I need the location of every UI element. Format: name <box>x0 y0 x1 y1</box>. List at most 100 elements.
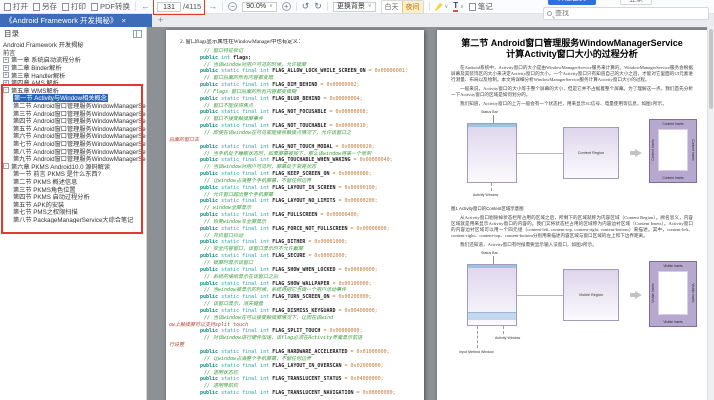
night-mode-button[interactable]: 夜间 <box>402 1 423 13</box>
outline-item[interactable]: 第五节 Android窗口管理服务WindowManagerSe <box>0 125 146 133</box>
outline-item-label: 第四章 AMS 解析 <box>11 79 59 87</box>
outline-item[interactable]: 第三节 Android窗口管理服务WindowManagerSe <box>0 109 146 117</box>
toolbar: 打开 另存 打印 PDF转换 ← 131 /4115 → − 90.0%∨ + … <box>0 0 714 14</box>
activity-window-box <box>467 264 517 326</box>
outline-item[interactable]: +第三章 Handler解析 <box>0 71 146 79</box>
code-heading: 2. 窗口flags显示属性在WindowManager中也有定义： <box>168 39 418 46</box>
day-mode-button[interactable]: 白天 <box>382 1 402 13</box>
chevron-down-icon: ∨ <box>368 2 372 11</box>
zoom-level-select[interactable]: 90.0%∨ <box>242 2 277 12</box>
zoom-in-button[interactable]: + <box>282 2 291 11</box>
document-tab[interactable]: 《Android Framework 开发揭秘》 × <box>0 14 152 27</box>
paragraph: 从Activity窗口剔除掉状态栏所占用的区域之后，所剩下的区域就称为内容区域（… <box>451 215 693 239</box>
code-line: // 当该window对用户可见时，屏幕处于常亮状态 <box>168 164 418 171</box>
save-as-button[interactable]: 另存 <box>33 1 57 12</box>
figure-visible-region: Status Bar Activity Window Input Method … <box>451 251 693 369</box>
code-line: // 锁屏时显示该窗口 <box>168 260 418 267</box>
collapse-panel-icon[interactable] <box>133 30 142 38</box>
code-line: public static final int FLAG_TOUCHABLE_W… <box>168 157 418 164</box>
outline-item-label: 第五节 APK的安装 <box>13 200 64 208</box>
outline-item[interactable]: 第二节 PKMS 概述信息 <box>0 178 146 186</box>
outline-item[interactable]: 第三节 PKMS角色位置 <box>0 185 146 193</box>
collapse-icon[interactable]: - <box>3 87 9 93</box>
underline-tool-button[interactable]: T∨ <box>453 2 464 12</box>
outline-item[interactable]: 第四节 PKMS 启动过程分析 <box>0 193 146 201</box>
visible-region-box: Visible Region <box>563 269 619 321</box>
prev-page-button[interactable]: ← <box>141 2 150 11</box>
outline-item[interactable]: 第一节 Activity与Window相关概念 <box>0 94 146 102</box>
outline-item[interactable]: 前言 <box>0 49 146 57</box>
expand-icon[interactable]: + <box>3 57 9 63</box>
code-line: public static final int FLAG_TURN_SCREEN… <box>168 294 418 301</box>
open-icon <box>4 3 11 11</box>
outline-item-label: 第五节 Android窗口管理服务WindowManagerSe <box>13 125 146 133</box>
search-input[interactable] <box>555 10 695 17</box>
outline-item[interactable]: Android Framework 开发揭秘 <box>0 41 146 49</box>
change-background-menu[interactable]: 更换背景∨ <box>333 2 376 12</box>
page-number-input[interactable]: 131 <box>157 2 181 12</box>
outline-item-label: 第二节 PKMS 概述信息 <box>13 178 77 186</box>
code-line: public static final int FLAG_NOT_FOCUSAB… <box>168 109 418 116</box>
outline-item[interactable]: 第四节 Android窗口管理服务WindowManagerSe <box>0 117 146 125</box>
input-method-window-label: Input Method Window <box>459 350 494 354</box>
code-line: public static final int FLAG_SPLIT_TOUCH… <box>168 328 418 335</box>
code-line: public static final int FLAG_NOT_TOUCHAB… <box>168 123 418 130</box>
figure-content-region: Status Bar Activity Window Content Regio… <box>451 110 693 202</box>
code-line: public static final int FLAG_LAYOUT_NO_L… <box>168 198 418 205</box>
chevron-down-icon: ∨ <box>460 4 464 10</box>
outline-item[interactable]: +第一章 系统启动流程分析 <box>0 56 146 64</box>
outline-item[interactable]: 第五节 APK的安装 <box>0 200 146 208</box>
new-tab-button[interactable]: + <box>158 15 163 25</box>
outline-item-label: 第三节 Android窗口管理服务WindowManagerSe <box>13 109 146 117</box>
expand-icon[interactable]: + <box>3 72 9 78</box>
rotate-left-button[interactable]: ↺ <box>302 1 310 12</box>
outline-item[interactable]: 第七节 PMS之权限扫描 <box>0 208 146 216</box>
zoom-out-button[interactable]: − <box>228 2 237 11</box>
code-line: public static final int FLAG_NOT_TOUCH_M… <box>168 144 418 151</box>
outline-item[interactable]: +第四章 AMS 解析 <box>0 79 146 87</box>
print-button[interactable]: 打印 <box>62 1 86 12</box>
next-page-button[interactable]: → <box>208 2 217 11</box>
outline-item-label: 第二节 Android窗口管理服务WindowManagerSe <box>13 102 146 110</box>
note-button[interactable]: 笔记 <box>469 1 493 12</box>
activity-window-box <box>467 123 517 183</box>
outline-item[interactable]: 第九节 Android窗口管理服务WindowManagerSe <box>0 155 146 163</box>
code-line: 行设置 <box>168 342 418 349</box>
outline-item[interactable]: 第八节 Android窗口管理服务WindowManagerSe <box>0 147 146 155</box>
outline-item[interactable]: -第五章 WMS解析 <box>0 87 146 95</box>
outline-item-label: 第九节 Android窗口管理服务WindowManagerSe <box>13 155 146 163</box>
expand-icon[interactable]: + <box>3 65 9 71</box>
tab-close-icon[interactable]: × <box>122 16 126 25</box>
outline-item[interactable]: 第八节 PackageManagerService大综合笔记 <box>0 216 146 224</box>
document-viewer[interactable]: 2. 窗口flags显示属性在WindowManager中也有定义： // 窗口… <box>147 27 714 400</box>
pdf-convert-button[interactable]: PDF转换 <box>91 1 130 12</box>
open-button[interactable]: 打开 <box>4 1 28 12</box>
code-line: // 让window占满整个手机屏幕，不留任何边界 <box>168 178 418 185</box>
scrollbar-thumb[interactable] <box>709 29 713 109</box>
content-insets-box: Content Insets Content Insets Content In… <box>649 119 697 183</box>
status-bar-label: Status Bar <box>481 251 498 255</box>
code-line: // 透明状态栏 <box>168 370 418 377</box>
outline-item[interactable]: 第一节 前言 PKMS 是什么东西? <box>0 170 146 178</box>
code-line: // 窗口特征标记 <box>168 48 418 55</box>
code-line: // Flags 窗口后面的所有内容都变模糊 <box>168 89 418 96</box>
outline-item[interactable]: 第七节 Android窗口管理服务WindowManagerSe <box>0 140 146 148</box>
member-button[interactable]: 开通会员 <box>548 0 596 5</box>
chevron-down-icon: ∨ <box>445 4 449 10</box>
code-line: public static final int FLAG_TRANSLUCENT… <box>168 376 418 383</box>
section-title: 第二节 Android窗口管理服务WindowManagerService 计算… <box>451 38 693 60</box>
highlighter-tool-button[interactable]: ∨ <box>435 3 449 11</box>
outline-item-label: 第六节 Android窗口管理服务WindowManagerSe <box>13 132 146 140</box>
content-region-box: Content Region <box>563 127 619 179</box>
chevron-down-icon: ∨ <box>269 2 273 11</box>
expand-icon[interactable]: + <box>3 80 9 86</box>
outline-item[interactable]: +第二章 Binder解析 <box>0 64 146 72</box>
outline-item[interactable]: -第六章 PKMS Android10.0 源码解读 <box>0 163 146 171</box>
outline-item[interactable]: 第六节 Android窗口管理服务WindowManagerSe <box>0 132 146 140</box>
rotate-right-button[interactable]: ↻ <box>314 1 322 12</box>
collapse-icon[interactable]: - <box>3 163 9 169</box>
login-button[interactable]: 登录 <box>620 0 652 5</box>
vertical-scrollbar[interactable] <box>707 27 714 400</box>
outline-item[interactable]: 第二节 Android窗口管理服务WindowManagerSe <box>0 102 146 110</box>
view-mode-toggle: 白天 夜间 <box>381 0 424 14</box>
